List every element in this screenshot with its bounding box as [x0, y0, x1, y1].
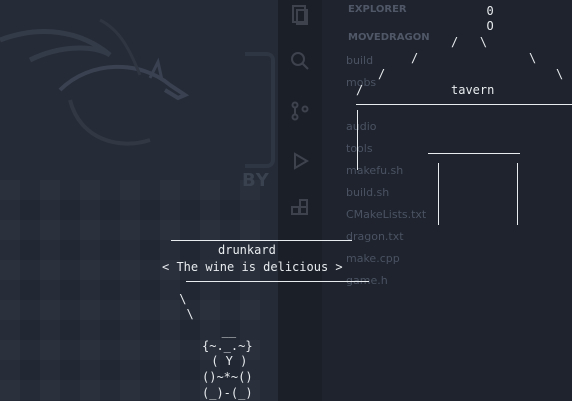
speech-tail: \: [172, 292, 187, 306]
drunkard-torso: ()~*~(): [202, 370, 253, 384]
tavern-door-left: [438, 163, 439, 225]
files-icon[interactable]: [289, 4, 311, 26]
activity-bar: [278, 0, 322, 401]
tavern-roof-line: /: [378, 67, 386, 81]
speech-bubble-bottom: [186, 281, 369, 282]
wallpaper-shape: [245, 52, 275, 168]
tavern-door-top: [428, 153, 520, 154]
speech-bubble-top: [171, 240, 352, 241]
tavern-roof-peak: O: [472, 19, 494, 33]
tavern-roof-line: \: [529, 51, 537, 65]
dragon-logo-icon: [0, 18, 190, 146]
tavern-roof-base: [356, 104, 572, 105]
run-icon[interactable]: [289, 150, 311, 172]
drunkard-head: {~._.~}: [202, 339, 253, 353]
explorer-item[interactable]: audio: [346, 120, 376, 133]
tavern-wall: [357, 110, 358, 170]
tavern-roof-line: \: [556, 67, 564, 81]
explorer-item[interactable]: build.sh: [346, 186, 389, 199]
explorer-item[interactable]: dragon.txt: [346, 230, 404, 243]
tavern-door-right: [517, 163, 518, 225]
tavern-roof-line: /: [411, 51, 419, 65]
drunkard-hat: __: [200, 324, 237, 338]
tavern-label: tavern: [451, 83, 495, 97]
tavern-roof-line: /: [356, 83, 364, 97]
wallpaper-text: BY: [242, 170, 270, 191]
explorer-header: EXPLORER: [348, 4, 407, 15]
explorer-item[interactable]: makefu.sh: [346, 164, 403, 177]
tavern-roof-line: / \: [451, 35, 488, 49]
tavern-roof-top: 0: [472, 4, 494, 18]
extensions-icon[interactable]: [289, 198, 311, 220]
drunkard-speech: < The wine is delicious >: [162, 260, 343, 274]
explorer-item[interactable]: tools: [346, 142, 373, 155]
drunkard-legs: (_)-(_): [202, 386, 253, 400]
speech-tail: \: [172, 307, 194, 321]
drunkard-name: drunkard: [218, 243, 276, 257]
drunkard-face: ( Y ): [204, 354, 248, 368]
source-control-icon[interactable]: [289, 100, 311, 122]
explorer-item[interactable]: make.cpp: [346, 252, 400, 265]
explorer-item[interactable]: build: [346, 54, 373, 67]
code-editor-window: EXPLORER MOVEDRAGON build mobs audio too…: [278, 0, 572, 401]
explorer-folder[interactable]: MOVEDRAGON: [348, 32, 430, 43]
search-icon[interactable]: [289, 50, 311, 72]
explorer-item[interactable]: CMakeLists.txt: [346, 208, 426, 221]
